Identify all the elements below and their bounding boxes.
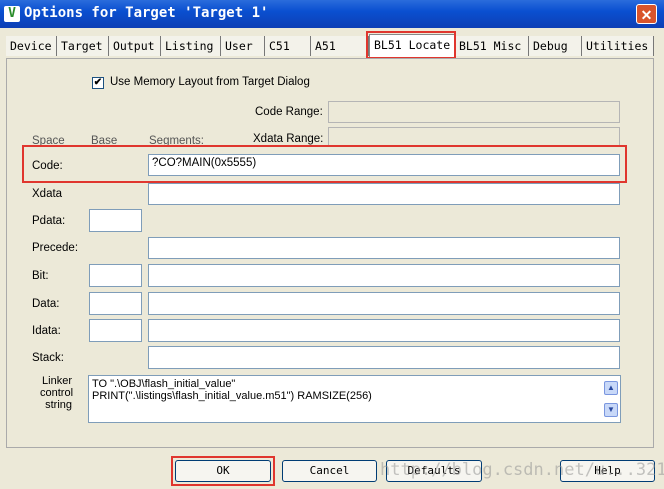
window-title: Options for Target 'Target 1'	[24, 5, 269, 21]
tab-listing[interactable]: Listing	[161, 36, 221, 56]
code-label: Code:	[32, 160, 63, 172]
linker-label-line3: string	[45, 399, 72, 411]
scroll-down-button[interactable]: ▼	[604, 403, 618, 417]
close-button[interactable]: ✕	[636, 4, 657, 24]
xdata-label: Xdata	[32, 188, 63, 200]
idata-segments-input[interactable]	[148, 319, 620, 342]
data-segments-input[interactable]	[148, 292, 620, 315]
idata-base-input[interactable]	[89, 319, 142, 342]
use-memory-layout-checkbox[interactable]: ✔	[92, 77, 104, 89]
cancel-button[interactable]: Cancel	[282, 460, 377, 482]
base-header: Base	[91, 135, 118, 147]
precede-label: Precede:	[32, 242, 79, 254]
tab-utilities[interactable]: Utilities	[582, 36, 654, 56]
linker-label-line1: Linker	[42, 375, 72, 387]
linker-line-2: PRINT(".\listings\flash_initial_value.m5…	[92, 390, 372, 402]
tab-c51[interactable]: C51	[265, 36, 311, 56]
xdata-range-field	[328, 127, 620, 147]
linker-label-line2: control	[40, 387, 74, 399]
tab-device[interactable]: Device	[6, 36, 57, 56]
linker-control-string-field[interactable]: TO ".\OBJ\flash_initial_value" PRINT(".\…	[88, 375, 621, 423]
scroll-up-button[interactable]: ▲	[604, 381, 618, 395]
stack-label: Stack:	[32, 352, 64, 364]
idata-label: Idata:	[32, 325, 61, 337]
bit-label: Bit:	[32, 270, 49, 282]
linker-label: Linker control string	[40, 375, 74, 411]
segments-header: Segments:	[149, 135, 204, 147]
xdata-segments-input[interactable]	[148, 183, 620, 205]
tab-strip: Device Target Output Listing User C51 A5…	[6, 34, 654, 58]
space-header: Space	[32, 135, 65, 147]
stack-segments-input[interactable]	[148, 346, 620, 369]
pdata-base-input[interactable]	[89, 209, 142, 232]
ok-button[interactable]: OK	[175, 460, 271, 482]
tab-bl51-locate[interactable]: BL51 Locate	[369, 34, 455, 58]
code-range-label: Code Range:	[255, 106, 323, 118]
tab-bl51-misc[interactable]: BL51 Misc	[455, 36, 529, 56]
tab-user[interactable]: User	[221, 36, 265, 56]
code-segments-input[interactable]: ?CO?MAIN(0x5555)	[148, 154, 620, 176]
bit-base-input[interactable]	[89, 264, 142, 287]
tab-output[interactable]: Output	[109, 36, 161, 56]
tab-a51[interactable]: A51	[311, 36, 369, 56]
bit-segments-input[interactable]	[148, 264, 620, 287]
use-memory-layout-label: Use Memory Layout from Target Dialog	[110, 76, 310, 88]
data-base-input[interactable]	[89, 292, 142, 315]
defaults-button[interactable]: Defaults	[386, 460, 482, 482]
precede-segments-input[interactable]	[148, 237, 620, 259]
xdata-range-label: Xdata Range:	[253, 133, 324, 145]
linker-line-1: TO ".\OBJ\flash_initial_value"	[92, 378, 236, 390]
title-bar: V Options for Target 'Target 1' ✕	[0, 0, 664, 28]
app-icon: V	[4, 6, 20, 22]
code-range-field	[328, 101, 620, 123]
tab-target[interactable]: Target	[57, 36, 109, 56]
pdata-label: Pdata:	[32, 215, 66, 227]
help-button[interactable]: Help	[560, 460, 655, 482]
tab-debug[interactable]: Debug	[529, 36, 582, 56]
data-label: Data:	[32, 298, 60, 310]
